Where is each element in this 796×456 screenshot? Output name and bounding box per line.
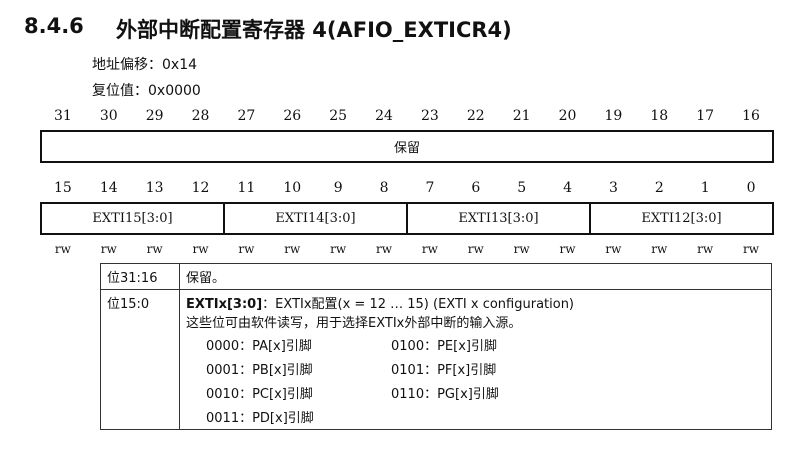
access-type: rw <box>100 242 117 256</box>
bit-number: 0 <box>746 180 756 196</box>
bit-number: 12 <box>191 180 210 196</box>
bit-number: 7 <box>425 180 435 196</box>
bit-number: 1 <box>700 180 710 196</box>
bit-number: 13 <box>145 180 164 196</box>
bit-range-cell: 位15:0 <box>100 289 180 430</box>
bit-number: 14 <box>99 180 118 196</box>
code-item: 0010：PC[x]引脚 <box>206 387 313 402</box>
access-type: rw <box>651 242 668 256</box>
description-cell: 保留。 <box>179 263 772 290</box>
field-heading: EXTIx[3:0]：EXTIx配置(x = 12 … 15) (EXTI x … <box>186 293 765 312</box>
access-type: rw <box>238 242 255 256</box>
bit-number: 6 <box>471 180 481 196</box>
access-type: rw <box>559 242 576 256</box>
access-row: rw rw rw rw rw rw rw rw rw rw rw rw rw rw rw rw <box>40 242 774 258</box>
code-item: 0101：PF[x]引脚 <box>391 363 497 378</box>
register-field: EXTI15[3:0] <box>92 211 173 226</box>
bit-number: 29 <box>145 108 164 124</box>
bit-description-table: 位31:16 保留。 位15:0 EXTIx[3:0]：EXTIx配置(x = … <box>100 263 772 430</box>
bit-number: 10 <box>283 180 302 196</box>
bit-number: 3 <box>608 180 618 196</box>
upper-register-box: 保留 <box>40 130 774 163</box>
access-type: rw <box>697 242 714 256</box>
access-type: rw <box>146 242 163 256</box>
bit-number: 16 <box>742 108 760 124</box>
table-row: 位31:16 保留。 <box>100 263 772 290</box>
field-name: EXTIx[3:0] <box>186 297 263 312</box>
code-list: 0000：PA[x]引脚 0100：PE[x]引脚 0001：PB[x]引脚 0… <box>206 335 765 426</box>
access-type: rw <box>513 242 530 256</box>
bit-number: 20 <box>558 108 577 124</box>
address-offset: 地址偏移：0x14 <box>92 57 198 73</box>
bit-number: 17 <box>696 108 715 124</box>
access-type: rw <box>54 242 71 256</box>
register-field: EXTI12[3:0] <box>589 204 772 233</box>
bit-number: 5 <box>517 180 527 196</box>
bit-number: 2 <box>654 180 664 196</box>
code-item: 0110：PG[x]引脚 <box>391 387 499 402</box>
bit-number: 15 <box>54 180 72 196</box>
bit-number: 24 <box>375 108 393 124</box>
table-row: 位15:0 EXTIx[3:0]：EXTIx配置(x = 12 … 15) (E… <box>100 289 772 430</box>
access-type: rw <box>330 242 347 256</box>
section-title: 外部中断配置寄存器 4(AFIO_EXTICR4) <box>116 18 512 42</box>
access-type: rw <box>284 242 301 256</box>
field-title: ：EXTIx配置(x = 12 … 15) (EXTI x configurat… <box>262 297 575 312</box>
bit-number: 18 <box>650 108 669 124</box>
lower-bit-numbers: 15 14 13 12 11 10 9 8 7 6 5 4 3 2 1 0 <box>40 180 774 198</box>
bit-number: 27 <box>237 108 256 124</box>
register-field: 保留 <box>393 141 420 156</box>
register-field: EXTI13[3:0] <box>406 204 589 233</box>
bit-number: 4 <box>563 180 573 196</box>
bit-number: 8 <box>379 180 389 196</box>
access-type: rw <box>605 242 622 256</box>
description-cell: EXTIx[3:0]：EXTIx配置(x = 12 … 15) (EXTI x … <box>179 289 772 430</box>
access-type: rw <box>421 242 438 256</box>
upper-bit-numbers: 31 30 29 28 27 26 25 24 23 22 21 20 19 18 17 16 <box>40 108 774 126</box>
bit-number: 28 <box>191 108 210 124</box>
field-description: 这些位可由软件读写，用于选择EXTIx外部中断的输入源。 <box>186 316 522 331</box>
bit-number: 26 <box>283 108 302 124</box>
code-item: 0011：PD[x]引脚 <box>206 411 314 426</box>
code-item: 0100：PE[x]引脚 <box>391 339 497 354</box>
bit-number: 23 <box>421 108 439 124</box>
bit-number: 11 <box>237 180 256 196</box>
bit-number: 19 <box>604 108 623 124</box>
access-type: rw <box>376 242 393 256</box>
code-item: 0001：PB[x]引脚 <box>206 363 313 378</box>
bit-number: 25 <box>329 108 348 124</box>
access-type: rw <box>743 242 760 256</box>
lower-register-box: EXTI15[3:0] EXTI14[3:0] EXTI13[3:0] EXTI12[… <box>40 202 774 235</box>
bit-number: 30 <box>99 108 118 124</box>
bit-number: 9 <box>333 180 343 196</box>
bit-number: 22 <box>466 108 485 124</box>
access-type: rw <box>467 242 484 256</box>
register-field: EXTI14[3:0] <box>223 204 406 233</box>
bit-range-cell: 位31:16 <box>100 263 180 290</box>
bit-number: 21 <box>512 108 531 124</box>
code-item: 0000：PA[x]引脚 <box>206 339 312 354</box>
reset-value: 复位值：0x0000 <box>92 83 201 99</box>
bit-number: 31 <box>54 108 72 124</box>
access-type: rw <box>192 242 209 256</box>
section-number: 8.4.6 <box>24 14 84 38</box>
